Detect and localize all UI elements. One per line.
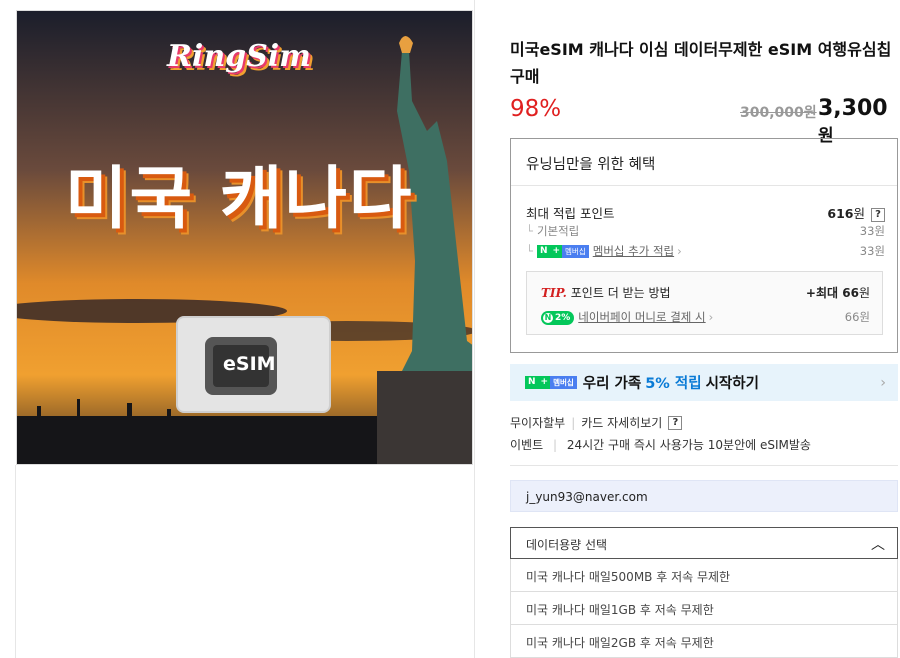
select-option[interactable]: 미국 캐나다 매일2GB 후 저속 무제한 bbox=[510, 625, 898, 658]
promo-highlight: 5% 적립 bbox=[645, 376, 702, 392]
chevron-up-icon: ︿ bbox=[871, 537, 885, 553]
benefit-header: 유닝님만을 위한 혜택 bbox=[511, 139, 897, 186]
naverpay-row[interactable]: N 2% 네이버페이 머니로 결제 시 › 66원 bbox=[541, 309, 870, 325]
naverpay-value: 66원 bbox=[844, 310, 870, 324]
installment-row: 무이자할부 | 카드 자세히보기 ? bbox=[510, 414, 683, 431]
select-option[interactable]: 미국 캐나다 매일500MB 후 저속 무제한 bbox=[510, 559, 898, 592]
left-column-border bbox=[15, 465, 16, 658]
tip-max: +최대 66원 bbox=[805, 286, 870, 300]
sale-price-value: 3,300 bbox=[818, 96, 888, 121]
tip-text: 포인트 더 받는 방법 bbox=[570, 286, 671, 300]
naver-membership-badge-icon: N + 멤버십 bbox=[536, 245, 589, 258]
membership-points-row[interactable]: └ N + 멤버십 멤버십 추가 적립 › 33원 bbox=[526, 243, 885, 259]
data-capacity-select[interactable]: 데이터용량 선택 ︿ bbox=[510, 527, 898, 559]
product-image[interactable]: RingSim 미국 캐나다 eSIM bbox=[16, 10, 473, 465]
membership-points-link[interactable]: 멤버십 추가 적립 bbox=[593, 244, 674, 258]
chevron-right-icon: › bbox=[880, 374, 886, 391]
tip-box: TIP. 포인트 더 받는 방법 +최대 66원 N 2% 네이버페이 머니로 결제 … bbox=[526, 271, 883, 335]
installment-label: 무이자할부 bbox=[510, 416, 566, 430]
separator: | bbox=[571, 415, 576, 430]
basic-points-label: 기본적립 bbox=[536, 224, 580, 238]
product-title: 미국eSIM 캐나다 이심 데이터무제한 eSIM 여행유심칩 구매 bbox=[510, 40, 892, 86]
brand-logo: RingSim bbox=[167, 39, 311, 74]
email-field[interactable]: j_yun93@naver.com bbox=[510, 480, 898, 512]
benefit-box: 유닝님만을 위한 혜택 최대 적립 포인트 616원? └ 기본적립 33원 └ N… bbox=[510, 138, 898, 353]
esim-card-label: eSIM bbox=[223, 353, 276, 375]
promo-suffix: 시작하기 bbox=[705, 376, 759, 392]
basic-points-row: └ 기본적립 33원 bbox=[526, 223, 885, 239]
max-points-unit: 원 bbox=[853, 206, 865, 221]
discount-rate: 98% bbox=[510, 96, 562, 122]
event-row: 이벤트 | 24시간 구매 즉시 사용가능 10분안에 eSIM발송 bbox=[510, 436, 811, 453]
naverpay-icon: N bbox=[543, 312, 553, 323]
separator: | bbox=[552, 438, 557, 452]
chevron-right-icon: › bbox=[677, 244, 682, 258]
basic-points-value: 33원 bbox=[859, 224, 885, 238]
naver-membership-badge-icon: N + 멤버십 bbox=[525, 376, 577, 389]
family-promo-banner[interactable]: N + 멤버십 우리 가족 5% 적립 시작하기 › bbox=[510, 364, 898, 401]
tip-header-row: TIP. 포인트 더 받는 방법 +최대 66원 bbox=[541, 284, 870, 301]
points-help-icon[interactable]: ? bbox=[871, 207, 885, 222]
event-text: 24시간 구매 즉시 사용가능 10분안에 eSIM발송 bbox=[566, 438, 811, 452]
card-help-icon[interactable]: ? bbox=[668, 415, 683, 430]
select-label: 데이터용량 선택 bbox=[526, 538, 608, 552]
select-option[interactable]: 미국 캐나다 매일1GB 후 저속 무제한 bbox=[510, 592, 898, 625]
tip-label: TIP. bbox=[541, 286, 567, 300]
membership-points-value: 33원 bbox=[859, 244, 885, 258]
naverpay-link[interactable]: 네이버페이 머니로 결제 시 bbox=[578, 310, 705, 324]
image-headline: 미국 캐나다 bbox=[65, 160, 414, 239]
product-image-area: RingSim 미국 캐나다 eSIM bbox=[0, 0, 490, 658]
naverpay-percent-badge: N 2% bbox=[541, 310, 575, 325]
promo-prefix: 우리 가족 bbox=[582, 376, 642, 392]
max-points-value: 616원? bbox=[827, 203, 885, 222]
column-divider bbox=[474, 0, 475, 658]
tree-branch-icon: └ bbox=[526, 224, 533, 238]
max-points-number: 616 bbox=[827, 206, 854, 221]
tree-branch-icon: └ bbox=[526, 244, 533, 258]
max-points-row: 최대 적립 포인트 616원? bbox=[526, 203, 885, 222]
chevron-right-icon: › bbox=[708, 310, 714, 324]
section-divider bbox=[510, 465, 898, 466]
original-price: 300,000원 bbox=[740, 105, 817, 121]
card-details-link[interactable]: 카드 자세히보기 bbox=[581, 414, 662, 431]
event-label: 이벤트 bbox=[510, 438, 544, 452]
max-points-label: 최대 적립 포인트 bbox=[526, 206, 615, 221]
